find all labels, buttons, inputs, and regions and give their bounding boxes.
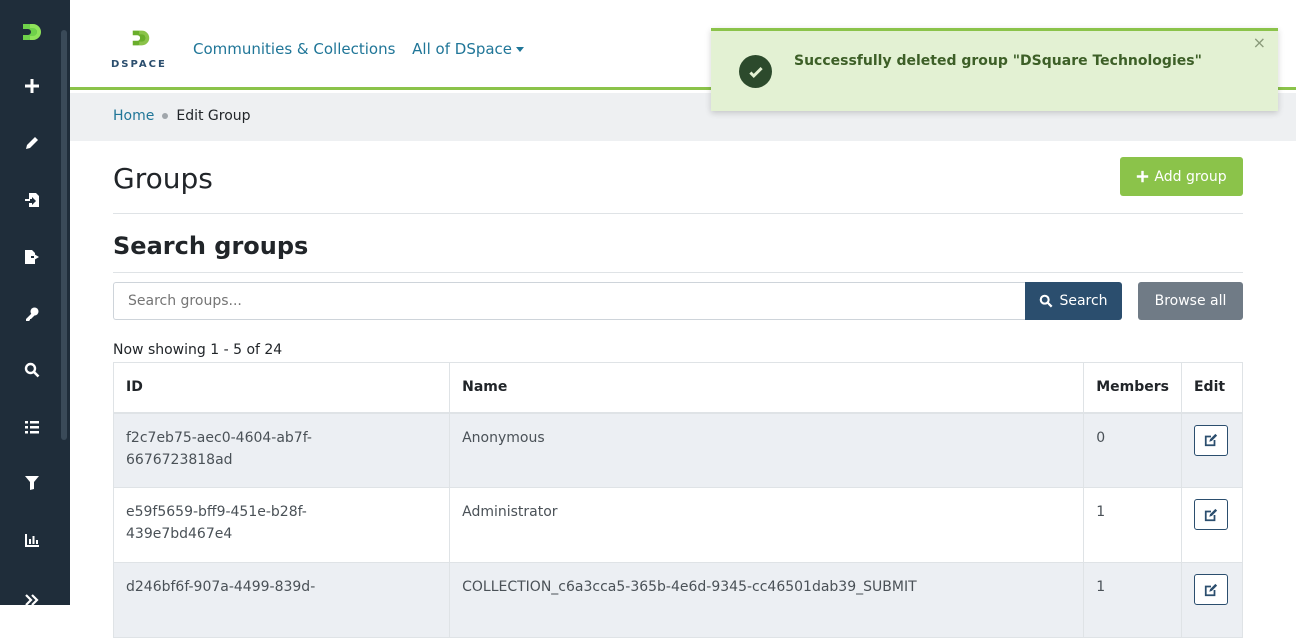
cell-id: e59f5659-bff9-451e-b28f- 439e7bd467e4 [112, 487, 451, 563]
table-header-row: ID Name Members Edit [112, 362, 1244, 414]
table-row: f2c7eb75-aec0-4604-ab7f- 6676723818ad Ano… [112, 412, 1244, 488]
column-header-edit: Edit [1180, 362, 1244, 414]
cell-id: f2c7eb75-aec0-4604-ab7f- 6676723818ad [112, 412, 451, 488]
edit-icon [1204, 508, 1218, 521]
plus-icon[interactable] [22, 76, 42, 96]
divider [113, 272, 1243, 273]
divider [113, 213, 1243, 214]
cell-id-line1: d246bf6f-907a-4499-839d- [126, 579, 316, 595]
cell-members: 1 [1083, 562, 1182, 638]
cell-name: COLLECTION_c6a3cca5-365b-4e6d-9345-cc465… [449, 562, 1085, 638]
export-icon[interactable] [22, 247, 42, 267]
key-icon[interactable] [22, 304, 42, 324]
nav-all-of-dspace[interactable]: All of DSpace [412, 40, 525, 58]
nav-communities-collections[interactable]: Communities & Collections [193, 40, 395, 58]
add-group-label: Add group [1154, 168, 1227, 185]
breadcrumb-current: Edit Group [176, 108, 251, 124]
page-title: Groups [113, 162, 213, 195]
cell-members: 1 [1083, 487, 1182, 563]
breadcrumb-separator [162, 113, 169, 119]
chevron-down-icon [516, 47, 525, 52]
groups-table: ID Name Members Edit f2c7eb75-aec0-4604-… [112, 362, 1244, 638]
main-nav: Communities & Collections All of DSpace [193, 40, 536, 58]
search-button-label: Search [1059, 293, 1108, 309]
check-circle-icon [739, 55, 772, 88]
pagination-summary: Now showing 1 - 5 of 24 [113, 342, 283, 358]
import-icon[interactable] [22, 190, 42, 210]
edit-icon [1204, 583, 1218, 596]
dspace-logo-icon [132, 30, 150, 46]
sidebar-scrollbar[interactable] [61, 30, 67, 440]
expand-icon[interactable] [22, 590, 42, 610]
breadcrumb-home[interactable]: Home [113, 108, 154, 124]
column-header-members: Members [1083, 362, 1182, 414]
add-group-button[interactable]: Add group [1120, 157, 1243, 196]
column-header-id: ID [112, 362, 451, 414]
cell-edit [1180, 562, 1244, 638]
cell-id: d246bf6f-907a-4499-839d- [112, 562, 451, 638]
table-row: d246bf6f-907a-4499-839d- COLLECTION_c6a3… [112, 562, 1244, 638]
edit-group-button[interactable] [1193, 424, 1228, 456]
cell-id-line1: e59f5659-bff9-451e-b28f- [126, 504, 307, 520]
table-row: e59f5659-bff9-451e-b28f- 439e7bd467e4 Adm… [112, 487, 1244, 563]
cell-id-line2: 439e7bd467e4 [126, 526, 233, 542]
cell-edit [1180, 487, 1244, 563]
close-icon[interactable]: × [1253, 33, 1266, 52]
edit-icon [1204, 433, 1218, 447]
search-groups-input[interactable] [113, 282, 1026, 320]
toast-message: Successfully deleted group "DSquare Tech… [794, 53, 1202, 69]
chart-icon[interactable] [22, 530, 42, 550]
plus-icon [1137, 170, 1149, 183]
nav-all-of-dspace-label: All of DSpace [412, 40, 513, 58]
search-button[interactable]: Search [1025, 282, 1122, 320]
cell-edit [1180, 412, 1244, 488]
search-icon[interactable] [22, 360, 42, 380]
edit-group-button[interactable] [1193, 499, 1228, 530]
cell-name: Administrator [449, 487, 1085, 563]
edit-group-button[interactable] [1193, 574, 1228, 605]
search-icon [1040, 294, 1053, 308]
column-header-name: Name [449, 362, 1085, 414]
browse-all-button[interactable]: Browse all [1138, 282, 1243, 320]
breadcrumb: Home Edit Group [113, 108, 251, 124]
logo-text: DSPACE [111, 59, 167, 70]
dspace-logo-icon[interactable] [20, 20, 44, 44]
success-toast: Successfully deleted group "DSquare Tech… [711, 28, 1278, 111]
cell-name: Anonymous [449, 412, 1085, 488]
list-icon[interactable] [22, 417, 42, 437]
admin-sidebar [0, 0, 70, 606]
cell-id-line1: f2c7eb75-aec0-4604-ab7f- [126, 429, 312, 446]
cell-members: 0 [1083, 412, 1182, 488]
pencil-icon[interactable] [22, 133, 42, 153]
dspace-logo[interactable]: DSPACE [111, 27, 171, 77]
cell-id-line2: 6676723818ad [126, 451, 233, 468]
filter-icon[interactable] [22, 473, 42, 493]
search-groups-title: Search groups [113, 232, 309, 260]
